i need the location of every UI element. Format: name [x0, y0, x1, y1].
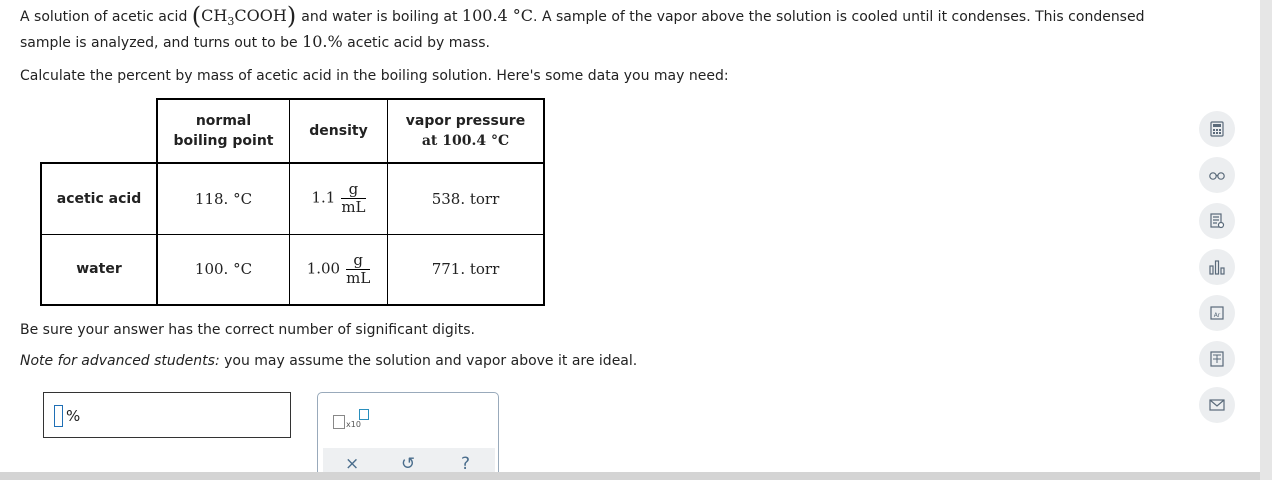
- reference-button[interactable]: [1199, 157, 1235, 193]
- message-button[interactable]: [1199, 387, 1235, 423]
- question-text: and water is boiling at: [301, 9, 458, 25]
- exponent-box-icon: [359, 409, 369, 420]
- header-vapor-pressure: vapor pressure at 100.4 °C: [387, 98, 545, 164]
- answer-box[interactable]: %: [43, 392, 291, 438]
- header-boiling-point: normal boiling point: [156, 98, 290, 164]
- question-line-3: Calculate the percent by mass of acetic …: [20, 68, 729, 84]
- notes-icon: [1210, 213, 1225, 229]
- note-label: Note for advanced students:: [20, 353, 220, 369]
- note-text: you may assume the solution and vapor ab…: [224, 353, 638, 369]
- acetic-acid-density: 1.1 g mL: [289, 162, 388, 235]
- data-button[interactable]: [1199, 341, 1235, 377]
- vertical-scrollbar[interactable]: [1260, 0, 1272, 480]
- coefficient-box-icon: [333, 415, 345, 429]
- table-row: water 100. °C 1.00 g mL 771. torr: [40, 233, 545, 306]
- condensed-percent: 10.%: [302, 32, 343, 51]
- help-button[interactable]: ?: [461, 454, 470, 474]
- calculator-button[interactable]: [1199, 111, 1235, 147]
- mail-icon: [1209, 399, 1225, 411]
- acetic-acid-boiling-point: 118. °C: [156, 162, 290, 235]
- answer-input[interactable]: [54, 405, 63, 427]
- clear-button[interactable]: ×: [345, 454, 359, 474]
- boiling-temperature: 100.4 °C: [461, 6, 534, 25]
- row-label-acetic-acid: acetic acid: [40, 162, 158, 235]
- calculator-icon: [1210, 121, 1224, 137]
- table-row: acetic acid 118. °C 1.1 g mL 538. torr: [40, 162, 545, 235]
- svg-text:Ar: Ar: [1214, 312, 1221, 319]
- question-text: A solution of acetic acid: [20, 9, 188, 25]
- acetic-acid-vapor-pressure: 538. torr: [387, 162, 545, 235]
- scientific-notation-button[interactable]: x10: [333, 409, 373, 433]
- header-density: density: [289, 98, 388, 164]
- glasses-icon: [1209, 172, 1225, 180]
- math-tool-panel: x10 × ↺ ?: [317, 392, 499, 478]
- chemical-formula: (CH3COOH): [191, 2, 297, 30]
- question-line-1: A solution of acetic acid (CH3COOH) and …: [20, 0, 1144, 35]
- undo-button[interactable]: ↺: [401, 454, 415, 474]
- horizontal-scrollbar[interactable]: [0, 472, 1260, 480]
- notes-button[interactable]: [1199, 203, 1235, 239]
- sig-fig-instruction: Be sure your answer has the correct numb…: [20, 322, 475, 338]
- water-density: 1.00 g mL: [289, 233, 388, 306]
- chart-icon: [1209, 260, 1225, 275]
- question-text: acetic acid by mass.: [347, 35, 490, 51]
- periodic-table-button[interactable]: Ar: [1199, 295, 1235, 331]
- water-vapor-pressure: 771. torr: [387, 233, 545, 306]
- row-label-water: water: [40, 233, 158, 306]
- percent-unit: %: [66, 407, 81, 425]
- question-text: sample is analyzed, and turns out to be: [20, 35, 298, 51]
- table-corner: [41, 99, 158, 164]
- data-book-icon: [1210, 351, 1224, 367]
- question-text: . A sample of the vapor above the soluti…: [533, 9, 1145, 25]
- data-table: normal boiling point density vapor press…: [40, 98, 545, 306]
- graph-button[interactable]: [1199, 249, 1235, 285]
- water-boiling-point: 100. °C: [156, 233, 290, 306]
- periodic-table-icon: Ar: [1210, 306, 1224, 320]
- advanced-note: Note for advanced students: you may assu…: [20, 351, 637, 371]
- question-line-2: sample is analyzed, and turns out to be …: [20, 31, 490, 54]
